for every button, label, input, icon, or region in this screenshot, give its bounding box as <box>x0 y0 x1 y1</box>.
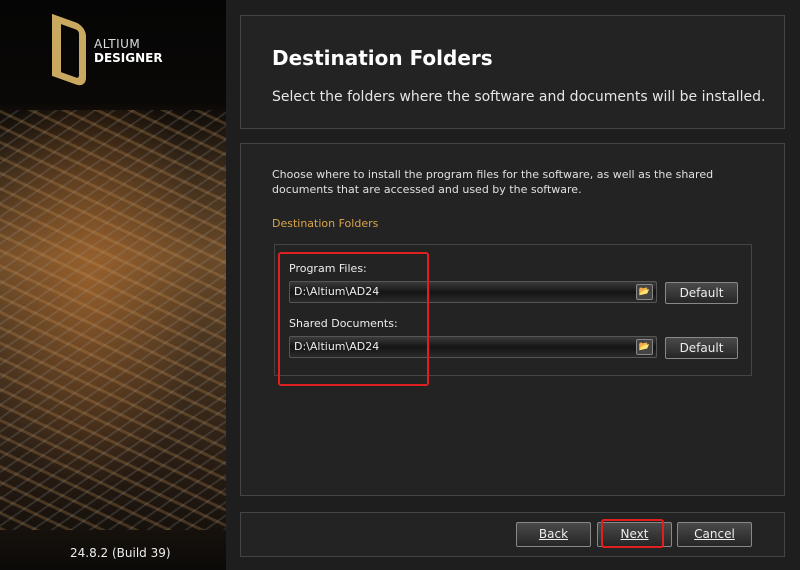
header-panel: Destination Folders Select the folders w… <box>240 15 785 129</box>
back-label: Back <box>538 527 569 541</box>
logo-line1: ALTIUM <box>94 37 141 51</box>
cancel-button[interactable]: Cancel <box>677 522 752 547</box>
page-title: Destination Folders <box>272 46 493 70</box>
cancel-label: Cancel <box>694 527 735 541</box>
version-label: 24.8.2 (Build 39) <box>70 546 171 560</box>
highlight-box <box>278 252 429 386</box>
shared-documents-default-button[interactable]: Default <box>665 337 738 359</box>
altium-logo: ALTIUM DESIGNER <box>52 13 163 89</box>
section-title: Destination Folders <box>272 217 379 230</box>
program-files-default-button[interactable]: Default <box>665 282 738 304</box>
page-subtitle: Select the folders where the software an… <box>272 89 766 105</box>
sidebar-banner: ALTIUM DESIGNER 24.8.2 (Build 39) <box>0 0 226 570</box>
back-button[interactable]: Back <box>516 522 591 547</box>
folder-open-icon[interactable]: 📂 <box>636 339 653 355</box>
logo-mark-icon <box>52 13 86 89</box>
highlight-box <box>601 519 664 548</box>
folder-open-icon[interactable]: 📂 <box>636 284 653 300</box>
footer-panel: Back Next Cancel <box>240 512 785 557</box>
pcb-image <box>0 110 226 530</box>
description: Choose where to install the program file… <box>272 168 714 196</box>
logo-line2: DESIGNER <box>94 51 163 65</box>
